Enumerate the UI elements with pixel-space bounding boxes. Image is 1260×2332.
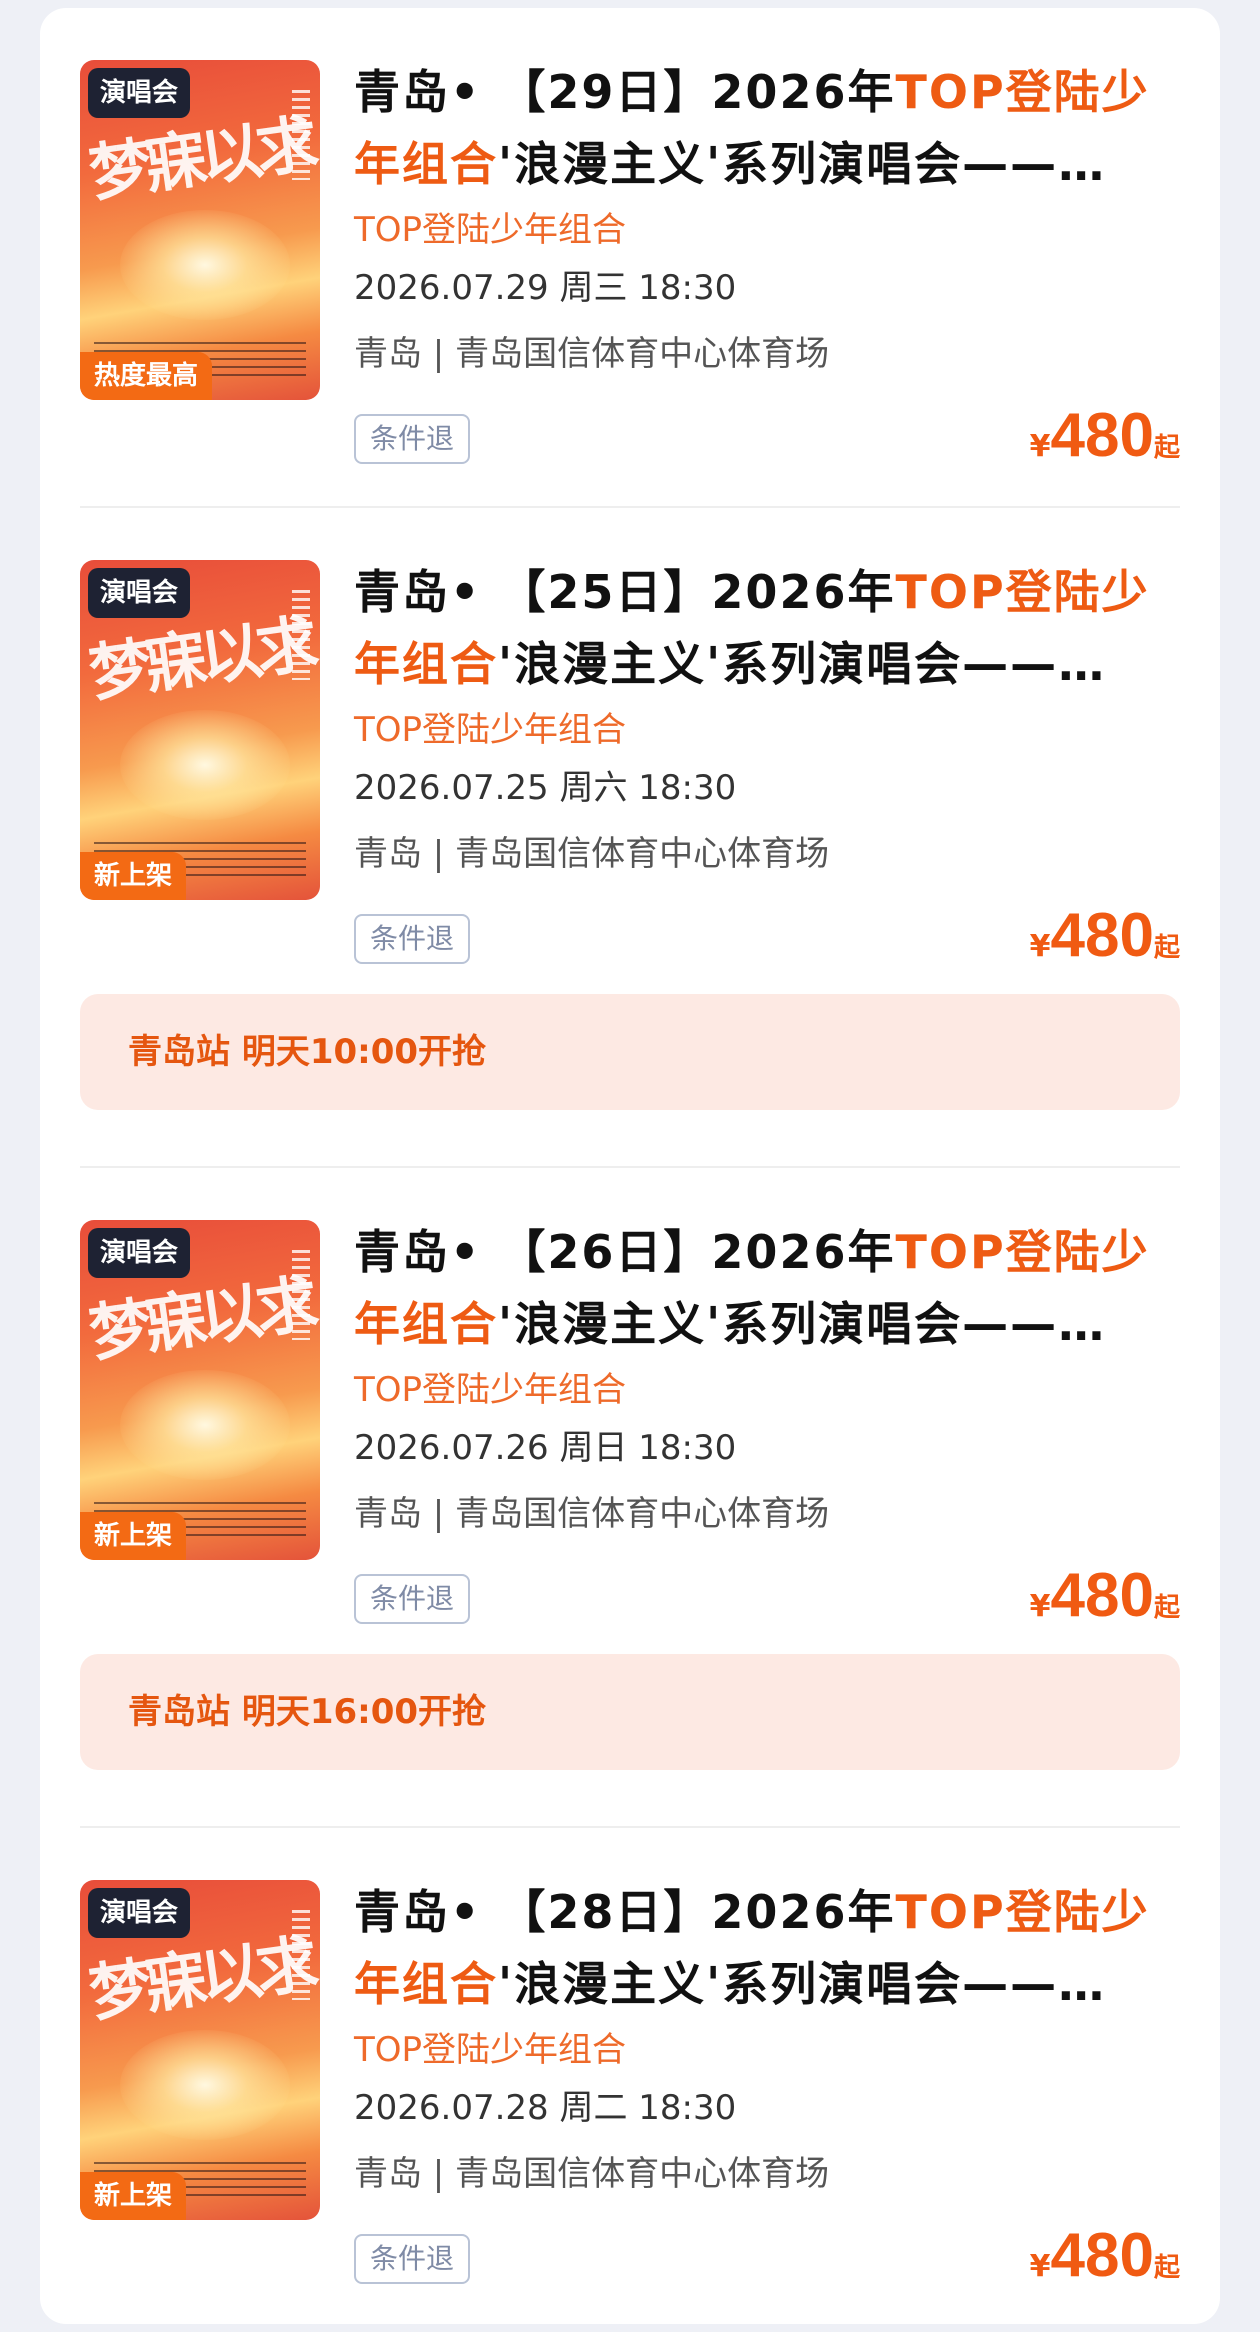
event-price: ¥480起 [1030, 2220, 1180, 2291]
event-price: ¥480起 [1030, 400, 1180, 471]
sale-countdown-text: 青岛站 明天16:00开抢 [128, 1692, 487, 1732]
event-title-prefix: 青岛• 【25日】2026年 [354, 565, 896, 619]
price-currency: ¥ [1029, 929, 1051, 964]
price-value: 480 [1050, 401, 1154, 470]
event-datetime: 2026.07.29 周三 18:30 [354, 268, 737, 308]
event-title-suffix: '浪漫主义'系列演唱会——… [498, 137, 1107, 191]
event-datetime: 2026.07.28 周二 18:30 [354, 2088, 737, 2128]
status-badge: 新上架 [80, 852, 187, 900]
divider [80, 506, 1180, 508]
poster-glow [120, 1370, 290, 1480]
price-value: 480 [1050, 901, 1154, 970]
sale-countdown-text: 青岛站 明天10:00开抢 [128, 1032, 487, 1072]
price-currency: ¥ [1029, 2249, 1051, 2284]
divider [80, 1826, 1180, 1828]
event-list-card: 梦寐以求 演唱会 热度最高 青岛• 【29日】2026年TOP登陆少年组合'浪漫… [40, 8, 1220, 2324]
divider [80, 1166, 1180, 1168]
category-tag: 演唱会 [88, 568, 191, 618]
event-title-suffix: '浪漫主义'系列演唱会——… [498, 1957, 1107, 2011]
refund-policy-badge: 条件退 [354, 414, 471, 464]
price-value: 480 [1050, 2221, 1154, 2290]
event-poster-image[interactable]: 梦寐以求 演唱会 热度最高 [80, 60, 320, 400]
price-suffix: 起 [1153, 2253, 1180, 2283]
price-value: 480 [1050, 1561, 1154, 1630]
category-tag: 演唱会 [88, 1888, 191, 1938]
poster-decoration [292, 1250, 310, 1340]
price-suffix: 起 [1153, 933, 1180, 963]
event-datetime: 2026.07.26 周日 18:30 [354, 1428, 737, 1468]
status-badge: 新上架 [80, 2172, 187, 2220]
price-currency: ¥ [1029, 429, 1051, 464]
event-poster-image[interactable]: 梦寐以求 演唱会 新上架 [80, 560, 320, 900]
event-venue: 青岛 | 青岛国信体育中心体育场 [354, 834, 830, 874]
event-artist: TOP登陆少年组合 [354, 2030, 627, 2070]
refund-policy-badge: 条件退 [354, 914, 471, 964]
category-tag: 演唱会 [88, 68, 191, 118]
event-title-prefix: 青岛• 【26日】2026年 [354, 1225, 896, 1279]
price-currency: ¥ [1029, 1589, 1051, 1624]
event-title-suffix: '浪漫主义'系列演唱会——… [498, 637, 1107, 691]
price-suffix: 起 [1153, 1593, 1180, 1623]
event-venue: 青岛 | 青岛国信体育中心体育场 [354, 1494, 830, 1534]
event-title[interactable]: 青岛• 【29日】2026年TOP登陆少年组合'浪漫主义'系列演唱会——… [354, 56, 1194, 200]
event-price: ¥480起 [1030, 900, 1180, 971]
sale-countdown-banner[interactable]: 青岛站 明天10:00开抢 [80, 994, 1180, 1110]
category-tag: 演唱会 [88, 1228, 191, 1278]
refund-policy-badge: 条件退 [354, 2234, 471, 2284]
event-title-prefix: 青岛• 【28日】2026年 [354, 1885, 896, 1939]
event-title[interactable]: 青岛• 【28日】2026年TOP登陆少年组合'浪漫主义'系列演唱会——… [354, 1876, 1194, 2020]
poster-glow [120, 710, 290, 820]
event-poster-image[interactable]: 梦寐以求 演唱会 新上架 [80, 1880, 320, 2220]
poster-decoration [292, 90, 310, 180]
status-badge: 热度最高 [80, 352, 213, 400]
poster-decoration [292, 590, 310, 680]
poster-decoration [292, 1910, 310, 2000]
price-suffix: 起 [1153, 433, 1180, 463]
event-title-suffix: '浪漫主义'系列演唱会——… [498, 1297, 1107, 1351]
refund-policy-badge: 条件退 [354, 1574, 471, 1624]
status-badge: 新上架 [80, 1512, 187, 1560]
sale-countdown-banner[interactable]: 青岛站 明天16:00开抢 [80, 1654, 1180, 1770]
event-title[interactable]: 青岛• 【25日】2026年TOP登陆少年组合'浪漫主义'系列演唱会——… [354, 556, 1194, 700]
event-price: ¥480起 [1030, 1560, 1180, 1631]
event-venue: 青岛 | 青岛国信体育中心体育场 [354, 2154, 830, 2194]
event-artist: TOP登陆少年组合 [354, 1370, 627, 1410]
event-title-prefix: 青岛• 【29日】2026年 [354, 65, 896, 119]
event-artist: TOP登陆少年组合 [354, 210, 627, 250]
poster-glow [120, 210, 290, 320]
event-artist: TOP登陆少年组合 [354, 710, 627, 750]
event-datetime: 2026.07.25 周六 18:30 [354, 768, 737, 808]
event-poster-image[interactable]: 梦寐以求 演唱会 新上架 [80, 1220, 320, 1560]
poster-glow [120, 2030, 290, 2140]
event-title[interactable]: 青岛• 【26日】2026年TOP登陆少年组合'浪漫主义'系列演唱会——… [354, 1216, 1194, 1360]
event-venue: 青岛 | 青岛国信体育中心体育场 [354, 334, 830, 374]
